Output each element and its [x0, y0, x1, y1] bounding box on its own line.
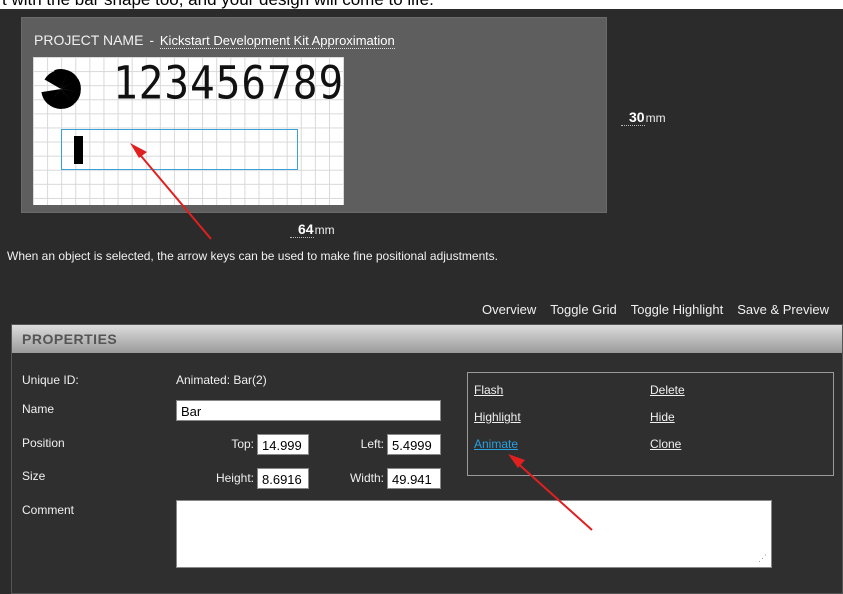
project-name-value[interactable]: Kickstart Development Kit Approximation	[159, 33, 395, 49]
lcd-canvas[interactable]: 123456789	[33, 57, 344, 205]
left-label: Left:	[360, 437, 384, 451]
actions-box: Flash Highlight Animate Delete Hide Clon…	[467, 372, 834, 476]
hide-link[interactable]: Hide	[650, 410, 675, 424]
position-label: Position	[22, 436, 65, 450]
width-dimension-value[interactable]: 64	[290, 221, 314, 238]
bar-shape[interactable]	[74, 136, 83, 164]
width-label: Width:	[349, 471, 384, 485]
height-field[interactable]: 8.6916	[257, 468, 309, 489]
intro-text: t with the bar shape too, and your desig…	[0, 0, 843, 9]
toggle-highlight-link[interactable]: Toggle Highlight	[631, 302, 724, 317]
toolbar: Overview Toggle Grid Toggle Highlight Sa…	[468, 302, 829, 317]
top-field[interactable]: 14.999	[257, 434, 309, 455]
name-field[interactable]: Bar	[176, 400, 441, 421]
comment-label: Comment	[22, 503, 75, 517]
clone-link[interactable]: Clone	[650, 437, 681, 451]
height-label: Height:	[215, 471, 254, 485]
unique-id-label: Unique ID:	[22, 373, 79, 387]
width-dimension-unit: mm	[314, 223, 335, 237]
unique-id-value: Animated: Bar(2)	[176, 373, 267, 387]
design-panel: PROJECT NAME - Kickstart Development Kit…	[21, 17, 607, 213]
animate-link[interactable]: Animate	[474, 437, 518, 451]
left-field[interactable]: 5.4999	[387, 434, 441, 455]
size-label: Size	[22, 469, 46, 483]
delete-link[interactable]: Delete	[650, 383, 685, 397]
height-dimension[interactable]: 30mm	[621, 109, 666, 126]
overview-link[interactable]: Overview	[482, 302, 536, 317]
properties-panel: Properties Unique ID: Animated: Bar(2) N…	[11, 324, 843, 594]
top-label: Top:	[231, 437, 254, 451]
height-dimension-unit: mm	[645, 111, 666, 125]
highlight-link[interactable]: Highlight	[474, 410, 521, 424]
name-label: Name	[22, 402, 55, 416]
resize-grip-icon[interactable]: ⋰	[758, 553, 767, 564]
width-dimension[interactable]: 64mm	[290, 221, 335, 238]
hint-text: When an object is selected, the arrow ke…	[7, 249, 498, 263]
save-preview-link[interactable]: Save & Preview	[737, 302, 829, 317]
properties-header: Properties	[12, 325, 842, 353]
comment-textarea[interactable]: ⋰	[176, 500, 772, 568]
project-separator: -	[149, 32, 154, 48]
width-field[interactable]: 49.941	[387, 468, 441, 489]
project-name-label: PROJECT NAME	[34, 32, 144, 48]
lcd-digits[interactable]: 123456789	[113, 57, 344, 110]
height-dimension-value[interactable]: 30	[621, 109, 645, 126]
bar-selection-box[interactable]	[61, 129, 298, 170]
project-row: PROJECT NAME - Kickstart Development Kit…	[34, 32, 395, 49]
spinner-icon[interactable]	[39, 67, 83, 111]
toggle-grid-link[interactable]: Toggle Grid	[550, 302, 616, 317]
flash-link[interactable]: Flash	[474, 383, 503, 397]
